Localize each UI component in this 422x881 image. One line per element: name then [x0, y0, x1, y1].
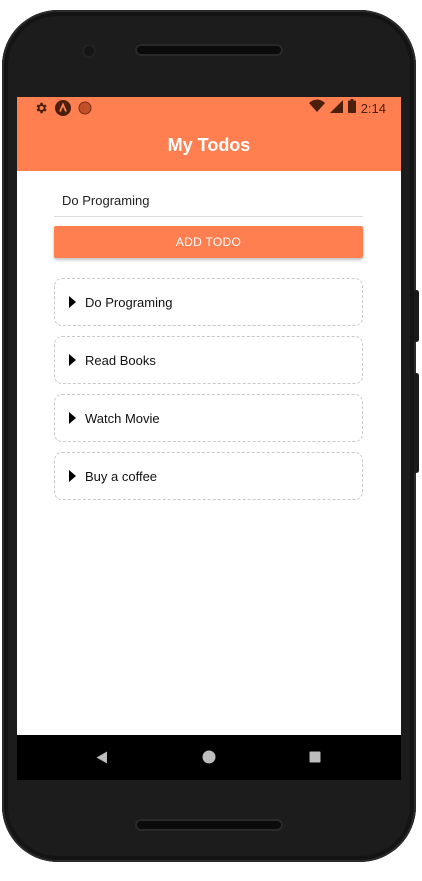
screen: 2:14 My Todos ADD TODO Do Programing Rea… — [17, 97, 401, 780]
top-speaker — [135, 44, 283, 56]
power-button — [414, 290, 419, 342]
signal-icon — [329, 99, 343, 118]
home-icon[interactable] — [197, 745, 221, 769]
todo-item-watch-movie[interactable]: Watch Movie — [54, 394, 363, 442]
app-bar: My Todos — [17, 119, 401, 171]
app-logo-icon — [55, 100, 71, 121]
todo-item-do-programing[interactable]: Do Programing — [54, 278, 363, 326]
front-camera — [84, 46, 94, 56]
record-icon — [78, 101, 92, 120]
page-title: My Todos — [167, 134, 251, 155]
system-nav-bar — [17, 735, 401, 780]
todo-item-read-books[interactable]: Read Books — [54, 336, 363, 384]
todo-input[interactable] — [54, 185, 363, 217]
caret-right-icon — [69, 412, 76, 424]
volume-button — [414, 373, 419, 473]
todo-label: Read Books — [85, 352, 156, 368]
battery-icon — [347, 99, 356, 118]
recents-icon[interactable] — [303, 745, 327, 769]
todo-label: Watch Movie — [85, 410, 160, 426]
clock-time: 2:14 — [360, 101, 386, 116]
todo-list: Do Programing Read Books Watch Movie Buy… — [54, 278, 363, 510]
caret-right-icon — [69, 296, 76, 308]
caret-right-icon — [69, 470, 76, 482]
todo-label: Do Programing — [85, 294, 173, 310]
add-todo-button[interactable]: ADD TODO — [54, 226, 363, 258]
caret-right-icon — [69, 354, 76, 366]
back-icon[interactable] — [90, 745, 114, 769]
settings-icon — [34, 101, 48, 120]
todo-label: Buy a coffee — [85, 468, 158, 484]
status-bar: 2:14 — [17, 97, 401, 119]
bottom-speaker — [135, 819, 283, 831]
wifi-icon — [308, 99, 325, 118]
todo-item-buy-a-coffee[interactable]: Buy a coffee — [54, 452, 363, 500]
